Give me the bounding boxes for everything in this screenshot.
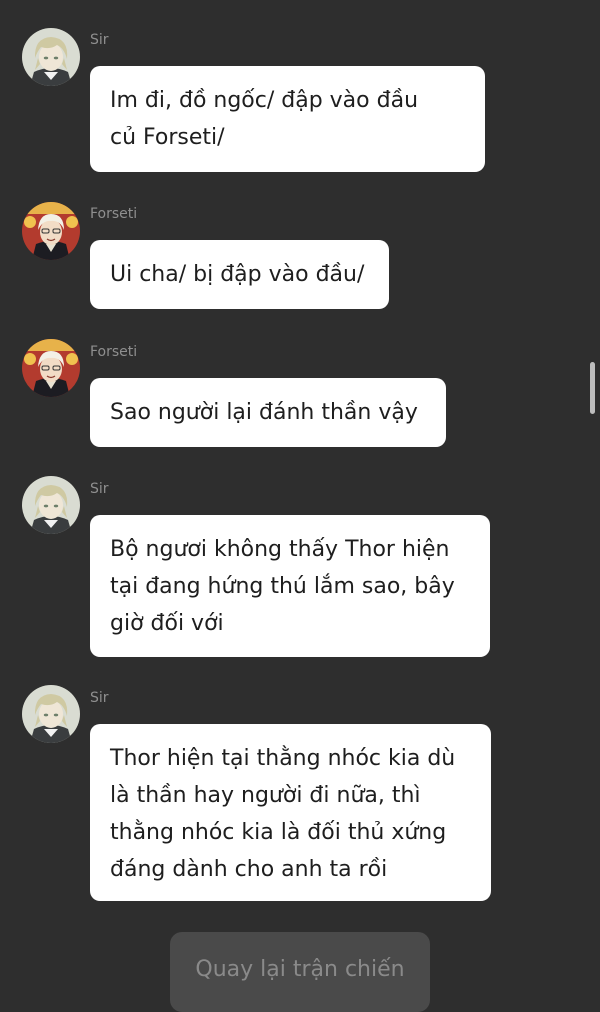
message-bubble: Bộ ngươi không thấy Thor hiện tại đang h… [90, 515, 490, 657]
forseti-avatar[interactable] [22, 339, 80, 397]
message-bubble: Im đi, đồ ngốc/ đập vào đầu củ Forseti/ [90, 66, 485, 172]
sender-name: Forseti [90, 344, 138, 360]
sir-avatar[interactable] [22, 28, 80, 86]
forseti-avatar[interactable] [22, 202, 80, 260]
sender-name: Sir [90, 481, 109, 497]
back-to-battle-button[interactable]: Quay lại trận chiến [170, 932, 430, 1012]
sender-name: Forseti [90, 206, 138, 222]
sender-name: Sir [90, 690, 109, 706]
sir-avatar[interactable] [22, 685, 80, 743]
scrollbar[interactable] [590, 362, 595, 414]
sir-avatar[interactable] [22, 476, 80, 534]
message-bubble: Ui cha/ bị đập vào đầu/ [90, 240, 389, 309]
sender-name: Sir [90, 32, 109, 48]
message-bubble: Sao người lại đánh thần vậy [90, 378, 446, 447]
message-bubble: Thor hiện tại thằng nhóc kia dù là thần … [90, 724, 491, 901]
